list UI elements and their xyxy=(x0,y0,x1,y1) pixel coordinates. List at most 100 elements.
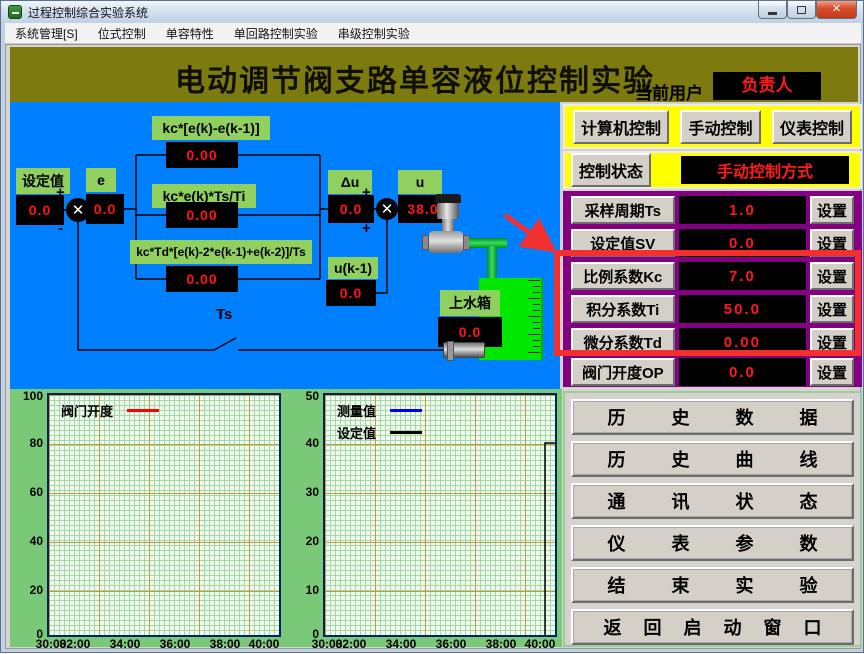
current-user-label: 当前用户 xyxy=(635,79,703,104)
menu-item-cascade[interactable]: 串级控制实验 xyxy=(328,25,420,42)
current-user-value: 负责人 xyxy=(713,72,821,100)
x-tick: 36:00 xyxy=(433,637,469,651)
pipe-vertical xyxy=(487,246,497,280)
set-button[interactable]: 设置 xyxy=(810,229,854,257)
control-status-button[interactable]: 控制状态 xyxy=(571,153,651,187)
maximize-icon xyxy=(797,6,806,14)
level-sensor-graphic xyxy=(443,342,485,358)
instrument-control-button[interactable]: 仪表控制 xyxy=(772,110,852,144)
menu-bar: 系统管理[S] 位式控制 单容特性 单回路控制实验 串级控制实验 xyxy=(5,23,861,44)
return-start-window-button[interactable]: 返回启动窗口 xyxy=(571,609,854,645)
x-tick: 36:00 xyxy=(157,637,193,651)
app-icon xyxy=(8,5,22,19)
window-title: 过程控制综合实验系统 xyxy=(28,4,148,21)
communication-status-button[interactable]: 通讯状态 xyxy=(571,483,854,519)
history-curve-button[interactable]: 历史曲线 xyxy=(571,441,854,477)
minimize-button[interactable] xyxy=(758,1,787,19)
end-experiment-button[interactable]: 结束实验 xyxy=(571,567,854,603)
param-row-sv: 设定值SV 0.0 设置 xyxy=(571,229,854,257)
minimize-icon xyxy=(768,12,777,15)
maximize-button[interactable] xyxy=(787,1,816,19)
client-area: 电动调节阀支路单容液位控制实验 当前用户 负责人 xyxy=(5,44,861,649)
close-button[interactable]: ✕ xyxy=(816,1,857,19)
x-tick: 34:00 xyxy=(383,637,419,651)
y-tick: 60 xyxy=(10,485,43,499)
sum1-plus-sign: + xyxy=(56,184,65,201)
u-prev-value: 0.0 xyxy=(326,280,376,306)
param-value: 0.0 xyxy=(679,229,807,257)
instrument-params-button[interactable]: 仪表参数 xyxy=(571,525,854,561)
legend-label: 阀门开度 xyxy=(61,401,113,420)
history-data-button[interactable]: 历史数据 xyxy=(571,399,854,435)
param-value: 7.0 xyxy=(679,262,807,290)
error-value: 0.0 xyxy=(86,194,124,224)
sampling-period-label: Ts xyxy=(216,306,232,323)
legend: 阀门开度 xyxy=(61,401,159,420)
manual-control-button[interactable]: 手动控制 xyxy=(680,110,760,144)
sum2-plus-sign-bottom: + xyxy=(362,220,371,237)
param-row-op: 阀门开度OP 0.0 设置 xyxy=(571,358,854,386)
level-trend-plot: 测量值 设定值 xyxy=(323,393,557,637)
action-button-panel: 历史数据 历史曲线 通讯状态 仪表参数 结束实验 返回启动窗口 xyxy=(563,391,862,647)
control-status-display: 手动控制方式 xyxy=(681,156,849,184)
param-row-kc: 比例系数Kc 7.0 设置 xyxy=(571,262,854,290)
set-button[interactable]: 设置 xyxy=(810,358,854,386)
y-tick: 30 xyxy=(286,485,319,499)
i-term-value: 0.00 xyxy=(166,202,238,228)
y-tick: 40 xyxy=(10,534,43,548)
valve-flange-left xyxy=(422,235,429,250)
x-tick: 38:00 xyxy=(483,637,519,651)
valve-actuator-cap xyxy=(435,194,461,203)
set-button[interactable]: 设置 xyxy=(810,262,854,290)
control-mode-group: 计算机控制 手动控制 仪表控制 xyxy=(563,104,862,149)
title-bar: 过程控制综合实验系统 ✕ xyxy=(1,1,863,23)
param-label: 微分系数Td xyxy=(571,328,675,356)
u-prev-label: u(k-1) xyxy=(328,257,378,279)
valve-opening-chart: 100 80 60 40 20 0 阀门开度 30:00 32:00 34:00… xyxy=(10,389,286,647)
parameter-panel: 采样周期Ts 1.0 设置 设定值SV 0.0 设置 比例系数Kc 7.0 设置… xyxy=(563,191,862,387)
y-tick: 20 xyxy=(10,583,43,597)
menu-item-system[interactable]: 系统管理[S] xyxy=(5,25,88,42)
x-tick: 32:00 xyxy=(333,637,369,651)
x-tick: 38:00 xyxy=(207,637,243,651)
param-row-ti: 积分系数Ti 50.0 设置 xyxy=(571,295,854,323)
y-tick: 50 xyxy=(286,389,319,403)
x-tick: 32:00 xyxy=(57,637,93,651)
menu-item-single-capacity[interactable]: 单容特性 xyxy=(156,25,224,42)
valve-actuator xyxy=(437,203,459,219)
computer-control-button[interactable]: 计算机控制 xyxy=(573,110,669,144)
app-window: 过程控制综合实验系统 ✕ 系统管理[S] 位式控制 单容特性 单回路控制实验 串… xyxy=(0,0,864,653)
sum2-plus-sign-top: + xyxy=(362,184,371,201)
close-icon: ✕ xyxy=(832,4,841,15)
y-tick: 40 xyxy=(286,436,319,450)
set-button[interactable]: 设置 xyxy=(810,196,854,224)
level-trend-chart: 50 40 30 20 10 0 测量值 设定值 30:00 32:00 xyxy=(286,389,562,647)
tank-label: 上水箱 xyxy=(440,290,500,316)
param-label: 阀门开度OP xyxy=(571,358,675,386)
x-tick: 40:00 xyxy=(246,637,282,651)
tank-scale-major-ticks xyxy=(528,280,540,358)
valve-opening-plot: 阀门开度 xyxy=(47,393,281,637)
y-tick: 10 xyxy=(286,583,319,597)
param-value: 50.0 xyxy=(679,295,807,323)
setpoint-step-line xyxy=(325,395,555,635)
param-value: 0.0 xyxy=(679,358,807,386)
menu-item-single-loop[interactable]: 单回路控制实验 xyxy=(224,25,328,42)
param-label: 比例系数Kc xyxy=(571,262,675,290)
valve-body xyxy=(429,231,463,253)
set-button[interactable]: 设置 xyxy=(810,328,854,356)
x-tick: 34:00 xyxy=(107,637,143,651)
param-label: 设定值SV xyxy=(571,229,675,257)
sum1-minus-sign: - xyxy=(58,220,63,237)
legend-line-red xyxy=(127,409,159,412)
y-tick: 80 xyxy=(10,436,43,450)
d-term-label: kc*Td*[e(k)-2*e(k-1)+e(k-2)]/Ts xyxy=(130,240,312,264)
set-button[interactable]: 设置 xyxy=(810,295,854,323)
p-term-value: 0.00 xyxy=(166,142,238,168)
menu-item-onoff-control[interactable]: 位式控制 xyxy=(88,25,156,42)
error-label: e xyxy=(86,168,116,192)
param-label: 积分系数Ti xyxy=(571,295,675,323)
d-term-value: 0.00 xyxy=(166,266,238,292)
param-row-ts: 采样周期Ts 1.0 设置 xyxy=(571,196,854,224)
control-block-diagram: 设定值 0.0 ✕ + - e 0.0 kc*[e(k)-e(k-1)] 0.0… xyxy=(10,102,560,389)
